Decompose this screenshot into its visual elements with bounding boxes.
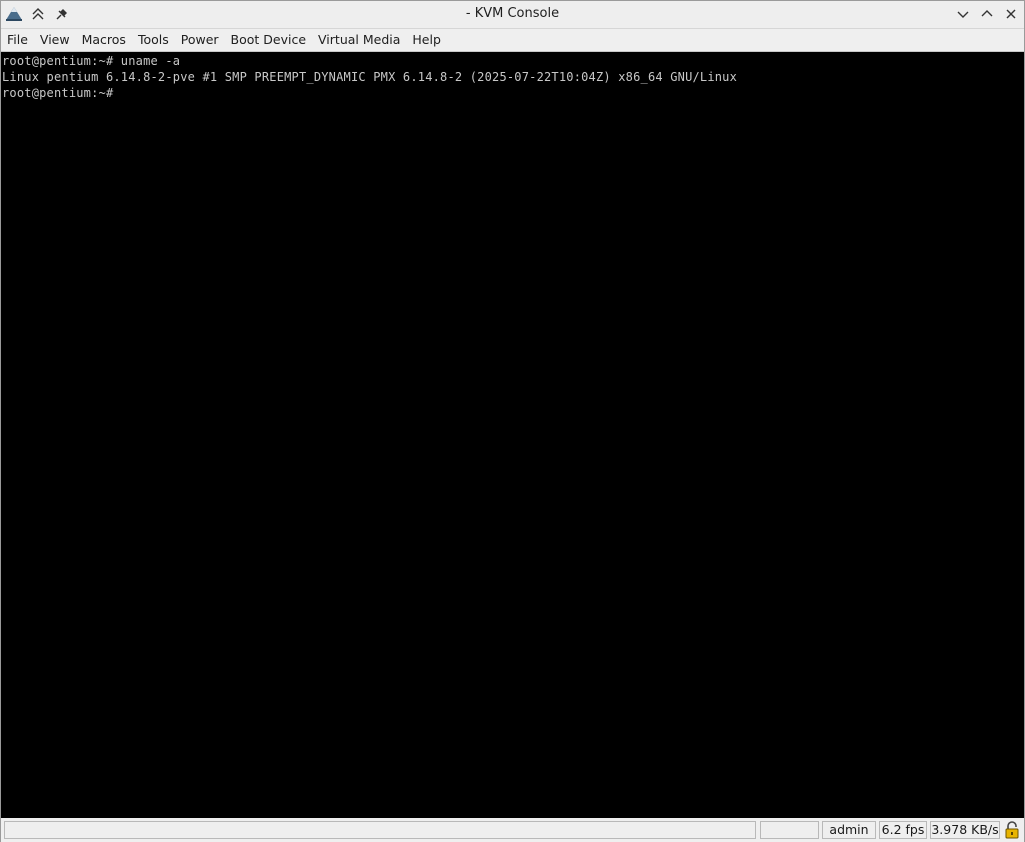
- menu-view[interactable]: View: [34, 29, 76, 51]
- status-bandwidth: 3.978 KB/s: [930, 821, 1000, 839]
- status-blank-field: [760, 821, 819, 839]
- close-icon[interactable]: [1002, 5, 1020, 23]
- minimize-icon[interactable]: [954, 5, 972, 23]
- console-line: root@pentium:~# uname -a: [2, 54, 181, 68]
- console-line: root@pentium:~#: [2, 86, 114, 100]
- console-screen[interactable]: root@pentium:~# uname -a Linux pentium 6…: [1, 52, 1024, 818]
- unlocked-padlock-icon[interactable]: [1003, 821, 1021, 839]
- menu-bar: File View Macros Tools Power Boot Device…: [1, 29, 1024, 52]
- maximize-icon[interactable]: [978, 5, 996, 23]
- menu-power[interactable]: Power: [175, 29, 225, 51]
- window-title: - KVM Console: [465, 6, 560, 21]
- menu-boot-device[interactable]: Boot Device: [225, 29, 313, 51]
- kvm-console-window: - KVM Console File View Macros Tools Pow…: [0, 0, 1025, 842]
- menu-help[interactable]: Help: [406, 29, 447, 51]
- menu-file[interactable]: File: [1, 29, 34, 51]
- status-fps: 6.2 fps: [879, 821, 927, 839]
- status-message: [4, 821, 756, 839]
- menu-macros[interactable]: Macros: [76, 29, 132, 51]
- console-line: Linux pentium 6.14.8-2-pve #1 SMP PREEMP…: [2, 70, 738, 84]
- menu-tools[interactable]: Tools: [132, 29, 175, 51]
- status-user: admin: [822, 821, 876, 839]
- title-bar[interactable]: - KVM Console: [1, 1, 1024, 29]
- menu-virtual-media[interactable]: Virtual Media: [312, 29, 406, 51]
- status-bar: admin 6.2 fps 3.978 KB/s: [1, 818, 1024, 842]
